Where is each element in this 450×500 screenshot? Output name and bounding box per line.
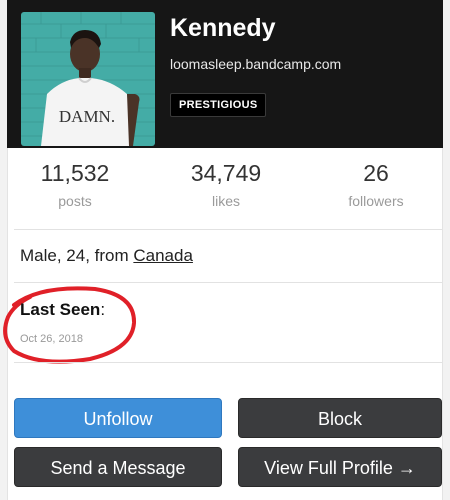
website-link[interactable]: loomasleep.bandcamp.com [170,56,341,72]
stat-value: 26 [363,160,389,186]
block-button[interactable]: Block [238,398,442,438]
username: Kennedy [170,14,276,42]
profile-info: Male, 24, from Canada [20,246,193,266]
profile-header: DAMN. Kennedy loomasleep.bandcamp.com PR… [7,0,443,148]
country-link[interactable]: Canada [133,246,193,265]
stat-followers[interactable]: 26 followers [306,160,446,209]
divider [14,229,442,230]
send-message-button[interactable]: Send a Message [14,447,222,487]
red-circle-annotation [3,286,137,364]
last-seen-label: Last Seen: [20,300,106,319]
stat-posts[interactable]: 11,532 posts [5,160,145,209]
stat-value: 11,532 [40,160,110,186]
avatar-image: DAMN. [21,12,155,146]
stat-label: followers [348,193,404,209]
divider [14,362,442,363]
prestigious-badge: PRESTIGIOUS [170,93,267,117]
stat-likes[interactable]: 34,749 likes [156,160,296,209]
stats-row: 11,532 posts 34,749 likes 26 followers [14,160,444,220]
stat-label: posts [58,193,92,209]
unfollow-button[interactable]: Unfollow [14,398,222,438]
last-seen-date: Oct 26, 2018 [20,333,83,345]
stat-label: likes [211,193,240,209]
right-edge [442,0,450,500]
stat-value: 34,749 [190,160,262,186]
shirt-print: DAMN. [59,107,115,126]
view-full-profile-button[interactable]: View Full Profile → [238,447,442,487]
avatar[interactable]: DAMN. [21,12,155,146]
info-text: Male, 24, from [20,246,134,265]
